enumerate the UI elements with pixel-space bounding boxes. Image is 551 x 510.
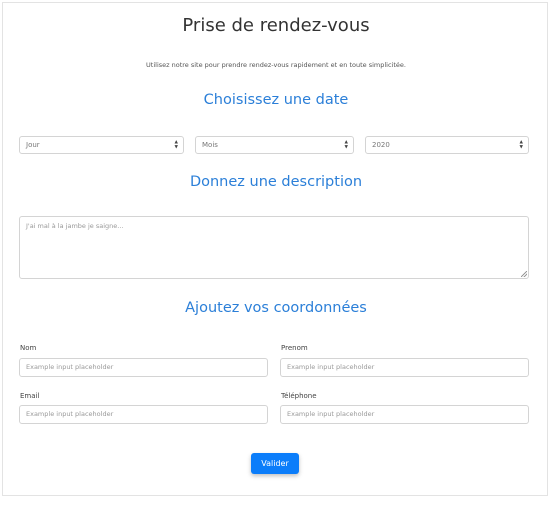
description-textarea[interactable]: J'ai mal à la jambe je saigne... — [19, 216, 529, 279]
telephone-placeholder: Example input placeholder — [287, 410, 375, 418]
contact-section-title: Ajoutez vos coordonnées — [185, 300, 367, 316]
email-label: Email — [20, 392, 40, 400]
telephone-input[interactable]: Example input placeholder — [280, 405, 529, 424]
appointment-form-card: Prise de rendez-vous Utilisez notre site… — [2, 2, 548, 496]
description-placeholder: J'ai mal à la jambe je saigne... — [26, 222, 124, 230]
year-select[interactable]: 2020 ▲ ▼ — [365, 136, 529, 154]
month-select-value: Mois — [202, 141, 218, 149]
nom-label: Nom — [20, 344, 37, 352]
telephone-label: Téléphone — [281, 392, 317, 400]
year-select-value: 2020 — [372, 141, 390, 149]
month-select[interactable]: Mois ▲ ▼ — [195, 136, 354, 154]
page-title: Prise de rendez-vous — [182, 15, 370, 36]
day-select-value: Jour — [26, 141, 40, 149]
email-input[interactable]: Example input placeholder — [19, 405, 268, 424]
prenom-input[interactable]: Example input placeholder — [280, 358, 529, 377]
chevron-updown-icon: ▲ ▼ — [519, 139, 523, 150]
page-subtitle: Utilisez notre site pour prendre rendez-… — [146, 61, 406, 69]
nom-input[interactable]: Example input placeholder — [19, 358, 268, 377]
prenom-label: Prenom — [281, 344, 308, 352]
description-section-title: Donnez une description — [189, 174, 363, 190]
chevron-updown-icon: ▲ ▼ — [344, 139, 348, 150]
chevron-updown-icon: ▲ ▼ — [174, 139, 178, 150]
nom-placeholder: Example input placeholder — [26, 363, 114, 371]
resize-grip-icon[interactable] — [521, 271, 527, 277]
email-placeholder: Example input placeholder — [26, 410, 114, 418]
date-section-title: Choisissez une date — [203, 92, 349, 108]
day-select[interactable]: Jour ▲ ▼ — [19, 136, 184, 154]
validate-button[interactable]: Valider — [251, 453, 299, 474]
prenom-placeholder: Example input placeholder — [287, 363, 375, 371]
